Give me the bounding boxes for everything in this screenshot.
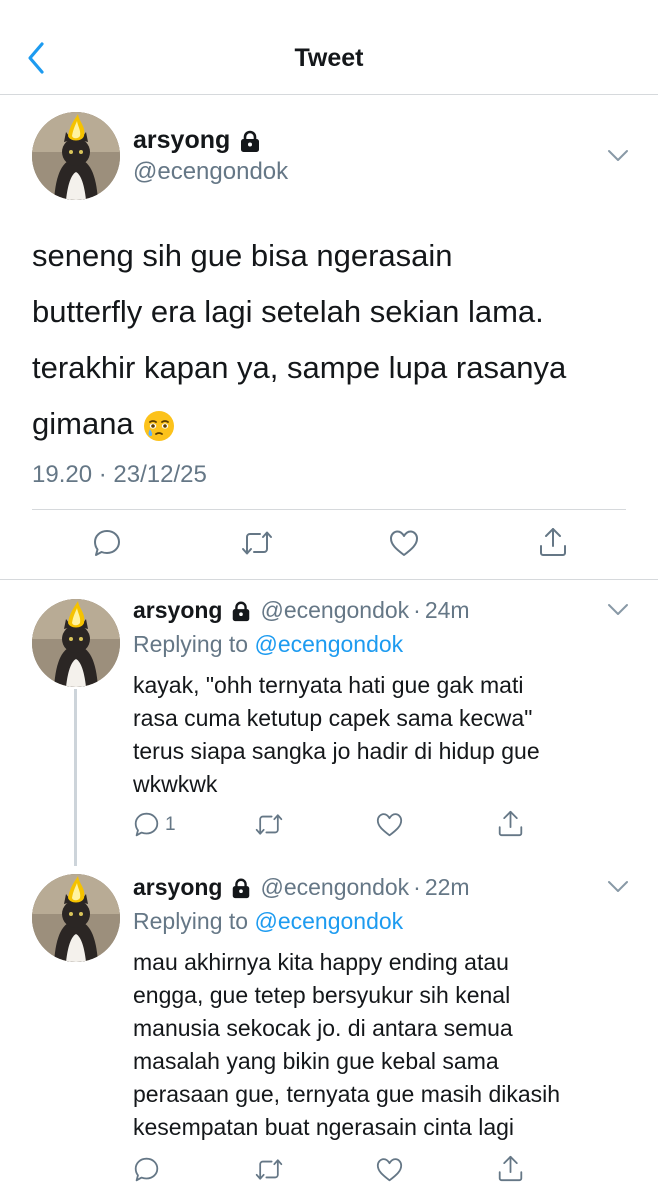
separator-dot: · xyxy=(413,874,421,900)
heart-icon xyxy=(376,1158,403,1182)
author-name[interactable]: arsyong xyxy=(133,874,222,901)
page-title: Tweet xyxy=(294,44,364,72)
tweet-text-line: gimana xyxy=(32,406,134,441)
retweet-button[interactable] xyxy=(240,528,274,558)
replying-to-label: Replying to xyxy=(133,631,249,657)
top-bar: Tweet xyxy=(0,0,658,95)
comment-icon xyxy=(94,530,120,556)
divider xyxy=(32,509,626,510)
share-button[interactable] xyxy=(497,809,524,838)
lock-icon xyxy=(241,130,260,152)
reply-text-line: mau akhirnya kita happy ending atau xyxy=(133,949,509,975)
cat-avatar-image xyxy=(32,874,120,962)
reply-header: arsyong @ecengondok · 24m xyxy=(133,597,470,624)
main-tweet: arsyong @ecengondok seneng sih gue bisa … xyxy=(0,96,658,580)
replying-to: Replying to @ecengondok xyxy=(133,631,403,658)
comment-icon xyxy=(134,1157,159,1182)
reply-text-line: masalah yang bikin gue kebal sama xyxy=(133,1048,499,1074)
reply-button[interactable]: 1 xyxy=(133,811,176,838)
author-handle[interactable]: @ecengondok xyxy=(133,158,288,186)
retweet-icon xyxy=(255,1159,283,1180)
like-button[interactable] xyxy=(388,528,420,558)
tweet-actions xyxy=(0,524,658,566)
tweet-text-line: seneng sih gue bisa ngerasain xyxy=(32,238,453,273)
reply-text-line: perasaan gue, ternyata gue masih dikasih xyxy=(133,1081,561,1107)
replying-to-handle[interactable]: @ecengondok xyxy=(254,631,403,657)
retweet-icon xyxy=(255,814,283,835)
cat-avatar-image xyxy=(32,599,120,687)
retweet-icon xyxy=(242,531,272,555)
reply-tweet[interactable]: arsyong @ecengondok · 22m Replying to @e… xyxy=(0,858,658,1199)
reply-header: arsyong @ecengondok · 22m xyxy=(133,874,470,901)
reply-text-line: terus siapa sangka jo hadir di hidup gue xyxy=(133,738,540,764)
author-name[interactable]: arsyong xyxy=(133,126,230,155)
reply-actions: 1 xyxy=(0,809,658,843)
tweet-text-line: butterfly era lagi setelah sekian lama. xyxy=(32,294,544,329)
lock-icon xyxy=(233,878,250,898)
share-button[interactable] xyxy=(497,1154,524,1183)
reply-age[interactable]: 24m xyxy=(425,597,470,624)
retweet-button[interactable] xyxy=(254,811,284,838)
comment-icon xyxy=(134,812,159,837)
reply-tweet[interactable]: arsyong @ecengondok · 24m Replying to @e… xyxy=(0,581,658,866)
reply-button[interactable] xyxy=(133,1156,160,1183)
tweet-text-line: terakhir kapan ya, sampe lupa rasanya xyxy=(32,350,567,385)
tweet-text: seneng sih gue bisa ngerasain butterfly … xyxy=(32,228,632,452)
avatar[interactable] xyxy=(32,599,120,687)
reply-actions xyxy=(0,1154,658,1188)
reply-button[interactable] xyxy=(92,528,122,558)
more-options-button[interactable] xyxy=(607,149,629,163)
chevron-down-icon xyxy=(608,881,628,892)
like-button[interactable] xyxy=(375,1156,404,1183)
reply-text-line: wkwkwk xyxy=(133,771,218,797)
author-row: arsyong xyxy=(133,126,262,155)
cat-avatar-image xyxy=(32,112,120,200)
face-holding-back-tears-icon xyxy=(144,410,175,441)
lock-icon xyxy=(233,601,250,621)
separator-dot: · xyxy=(413,597,421,623)
reply-text-line: kayak, "ohh ternyata hati gue gak mati xyxy=(133,672,524,698)
heart-icon xyxy=(376,813,403,837)
replying-to: Replying to @ecengondok xyxy=(133,908,403,935)
like-button[interactable] xyxy=(375,811,404,838)
reply-text: mau akhirnya kita happy ending atau engg… xyxy=(133,946,623,1144)
tweet-text-last-line: gimana xyxy=(32,396,632,452)
retweet-button[interactable] xyxy=(254,1156,284,1183)
reply-text-line: engga, gue tetep bersyukur sih kenal xyxy=(133,982,511,1008)
reply-text: kayak, "ohh ternyata hati gue gak mati r… xyxy=(133,669,623,801)
reply-text-line: kesempatan buat ngerasain cinta lagi xyxy=(133,1114,515,1140)
author-handle[interactable]: @ecengondok xyxy=(260,874,409,901)
author-name[interactable]: arsyong xyxy=(133,597,222,624)
more-options-button[interactable] xyxy=(607,603,629,617)
reply-count: 1 xyxy=(165,813,176,835)
share-icon xyxy=(498,1155,523,1182)
avatar[interactable] xyxy=(32,112,120,200)
chevron-down-icon xyxy=(608,604,628,615)
tweet-timestamp[interactable]: 19.20 · 23/12/25 xyxy=(32,461,207,489)
avatar[interactable] xyxy=(32,874,120,962)
more-options-button[interactable] xyxy=(607,880,629,894)
replying-to-label: Replying to xyxy=(133,908,249,934)
reply-text-line: manusia sekocak jo. di antara semua xyxy=(133,1015,513,1041)
author-handle[interactable]: @ecengondok xyxy=(260,597,409,624)
reply-text-line: rasa cuma ketutup capek sama kecwa" xyxy=(133,705,533,731)
share-icon xyxy=(540,528,566,556)
share-button[interactable] xyxy=(538,526,568,558)
share-icon xyxy=(498,810,523,837)
reply-age[interactable]: 22m xyxy=(425,874,470,901)
heart-icon xyxy=(390,530,418,556)
chevron-down-icon xyxy=(608,150,628,161)
replying-to-handle[interactable]: @ecengondok xyxy=(254,908,403,934)
